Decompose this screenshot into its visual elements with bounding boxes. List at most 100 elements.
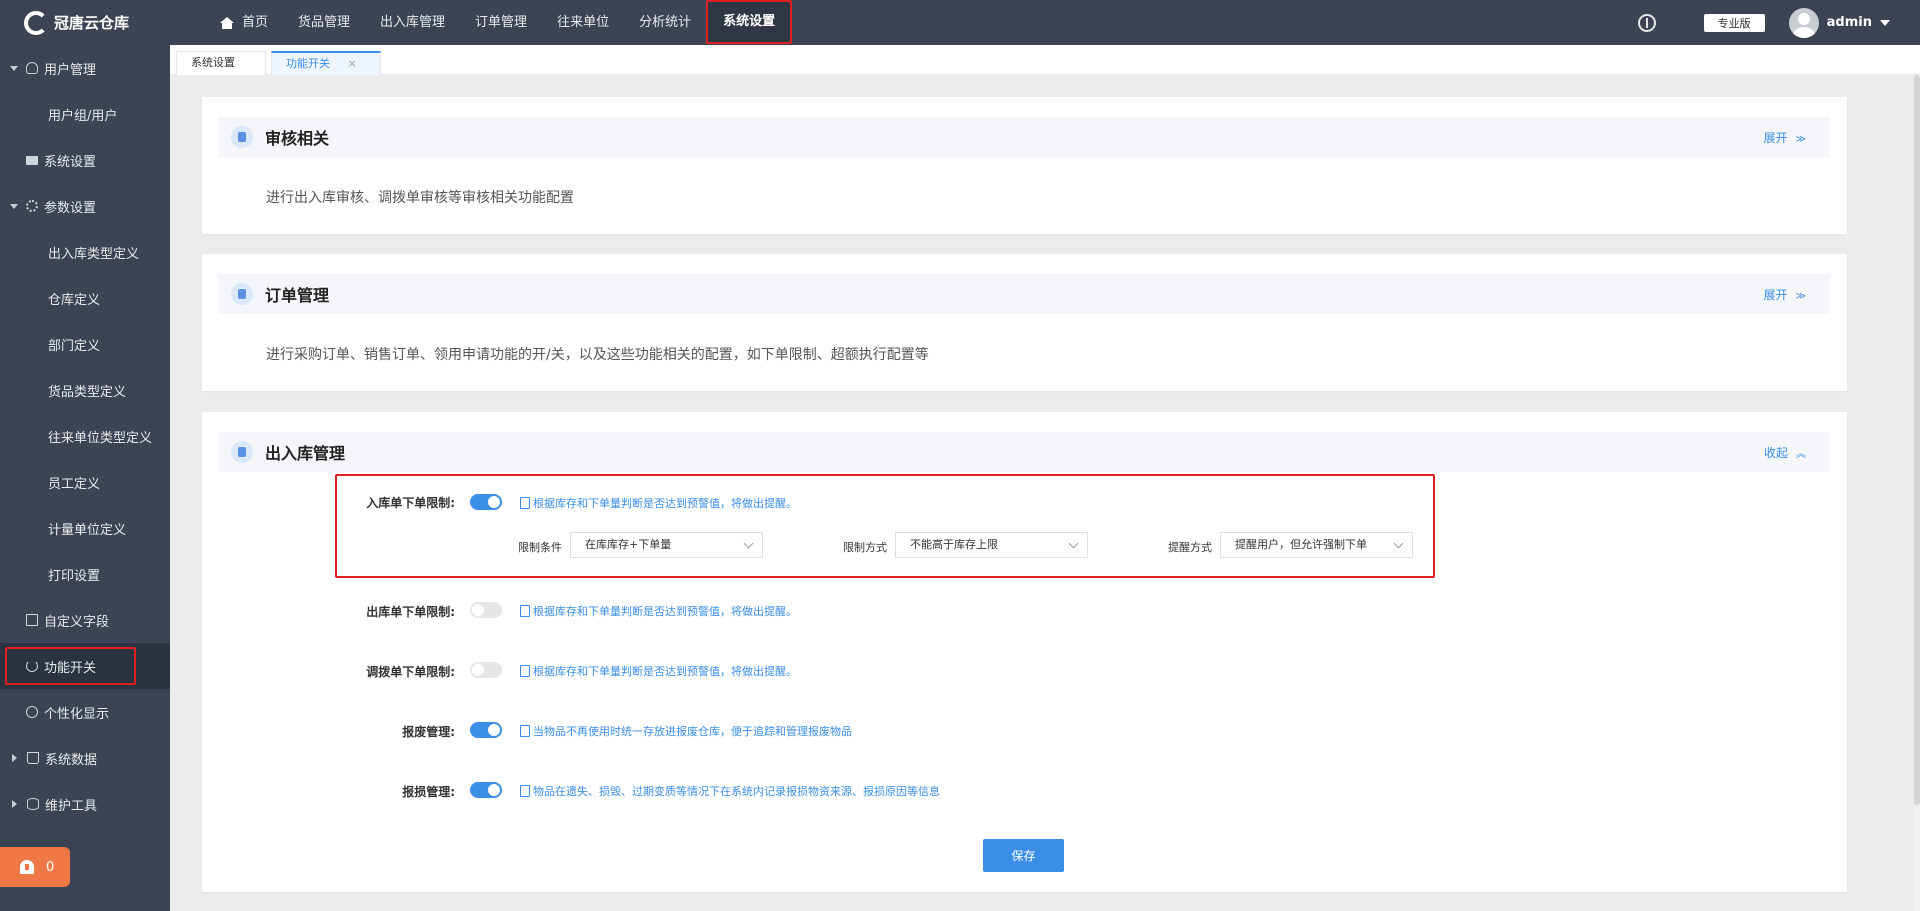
logo[interactable]: 冠唐云仓库: [0, 0, 170, 45]
top-right: 专业版 admin: [1637, 0, 1920, 45]
palette-icon: [26, 706, 38, 718]
card-title: 审核相关: [265, 129, 330, 148]
tab-bar: 系统设置 功能开关 ×: [170, 45, 1920, 75]
topnav-orders[interactable]: 订单管理: [460, 0, 542, 45]
save-button[interactable]: 保存: [983, 839, 1064, 872]
sidebar-item-system-settings[interactable]: 系统设置: [0, 137, 170, 183]
sidebar: 用户管理 用户组/用户 系统设置 参数设置 出入库类型定义 仓库定义 部门定义 …: [0, 45, 170, 911]
logo-icon: [24, 10, 48, 35]
tab-label: 功能开关: [286, 57, 330, 70]
scrollbar-thumb[interactable]: [1914, 75, 1920, 805]
condition-select[interactable]: 在库库存+下单量: [570, 532, 763, 558]
topnav-inout[interactable]: 出入库管理: [365, 0, 460, 45]
card-order: 订单管理 展开 ≫ 进行采购订单、销售订单、领用申请功能的开/关，以及这些功能相关…: [202, 254, 1847, 391]
remind-select[interactable]: 提醒用户，但允许强制下单: [1220, 532, 1413, 558]
document-icon: [231, 283, 253, 305]
damage-switch[interactable]: [470, 782, 502, 798]
document-icon: [520, 605, 530, 617]
username[interactable]: admin: [1827, 15, 1872, 30]
document-icon: [520, 665, 530, 677]
sidebar-item-label: 出入库类型定义: [48, 246, 140, 262]
chevron-down-icon: [1068, 538, 1079, 549]
card-header: 出入库管理 收起 ︽: [218, 432, 1830, 472]
topnav-home[interactable]: 首页: [205, 0, 283, 45]
expand-button[interactable]: 展开 ≫: [1764, 286, 1806, 303]
sidebar-item-user-management[interactable]: 用户管理: [0, 45, 170, 91]
select-value: 在库库存+下单量: [585, 538, 672, 551]
user-icon: [231, 126, 253, 148]
avatar[interactable]: [1788, 7, 1819, 38]
row-hint: 根据库存和下单量判断是否达到预警值，将做出提醒。: [520, 495, 797, 511]
sidebar-item-custom-fields[interactable]: 自定义字段: [0, 597, 170, 643]
expand-button[interactable]: 展开 ≫: [1764, 129, 1806, 146]
sidebar-item-system-data[interactable]: 系统数据: [0, 735, 170, 781]
topnav-goods[interactable]: 货品管理: [283, 0, 365, 45]
caret-right-icon: [12, 800, 17, 808]
switch-knob: [472, 604, 484, 616]
row-hint: 根据库存和下单量判断是否达到预警值，将做出提醒。: [520, 663, 797, 679]
remind-label: 提醒方式: [1168, 541, 1212, 554]
hint-text: 当物品不再使用时统一存放进报废仓库，便于追踪和管理报废物品: [533, 725, 852, 738]
sync-icon[interactable]: [1637, 13, 1656, 32]
condition-label: 限制条件: [518, 541, 562, 554]
chevron-down-icon: ≫: [1795, 134, 1806, 145]
sidebar-item-label: 用户组/用户: [48, 108, 118, 124]
sidebar-item-employees[interactable]: 员工定义: [0, 459, 170, 505]
transfer-limit-switch[interactable]: [470, 662, 502, 678]
sidebar-item-maintenance[interactable]: 维护工具: [0, 781, 170, 827]
sidebar-item-inout-types[interactable]: 出入库类型定义: [0, 229, 170, 275]
chevron-down-icon: [743, 538, 754, 549]
sidebar-item-user-groups[interactable]: 用户组/用户: [0, 91, 170, 137]
topnav-settings[interactable]: 系统设置: [706, 0, 793, 44]
sidebar-item-feature-switches[interactable]: 功能开关: [0, 643, 170, 689]
cart-icon: [27, 752, 39, 764]
sidebar-item-label: 仓库定义: [48, 292, 101, 308]
hint-text: 物品在遗失、损毁、过期变质等情况下在系统内记录报损物资来源、报损原因等信息: [533, 785, 940, 798]
outbound-limit-switch[interactable]: [470, 602, 502, 618]
tab-system-settings[interactable]: 系统设置: [176, 51, 266, 75]
top-nav: 首页 货品管理 出入库管理 订单管理 往来单位 分析统计 系统设置: [205, 0, 793, 45]
sidebar-item-warehouses[interactable]: 仓库定义: [0, 275, 170, 321]
caret-down-icon: [10, 65, 18, 71]
sidebar-item-print[interactable]: 打印设置: [0, 551, 170, 597]
collapse-button[interactable]: 收起 ︽: [1764, 444, 1806, 461]
chevron-down-icon[interactable]: [1880, 19, 1890, 26]
sidebar-item-goods-types[interactable]: 货品类型定义: [0, 367, 170, 413]
tab-feature-switches[interactable]: 功能开关 ×: [271, 51, 381, 75]
user-icon: [26, 62, 38, 74]
topnav-label: 首页: [242, 15, 269, 30]
scrap-switch[interactable]: [470, 722, 502, 738]
sidebar-item-personalization[interactable]: 个性化显示: [0, 689, 170, 735]
sidebar-item-label: 部门定义: [48, 338, 101, 354]
alert-button[interactable]: 0: [0, 847, 70, 887]
topnav-label: 出入库管理: [380, 15, 446, 30]
close-icon[interactable]: ×: [348, 57, 357, 70]
topnav-partners[interactable]: 往来单位: [542, 0, 624, 45]
switch-knob: [488, 724, 500, 736]
scrollbar[interactable]: [1914, 75, 1920, 911]
row-hint: 当物品不再使用时统一存放进报废仓库，便于追踪和管理报废物品: [520, 723, 852, 739]
sidebar-item-label: 参数设置: [44, 200, 97, 216]
sidebar-item-label: 个性化显示: [44, 706, 110, 722]
expand-label: 展开: [1763, 131, 1788, 145]
topnav-analytics[interactable]: 分析统计: [624, 0, 706, 45]
switch-knob: [488, 496, 500, 508]
row-label: 出库单下单限制:: [366, 605, 455, 619]
row-label: 报损管理:: [402, 785, 455, 799]
sidebar-item-units[interactable]: 计量单位定义: [0, 505, 170, 551]
edition-badge: 专业版: [1703, 13, 1765, 32]
row-label: 调拨单下单限制:: [366, 665, 455, 679]
row-label: 入库单下单限制:: [366, 496, 455, 510]
sidebar-item-label: 用户管理: [44, 62, 97, 78]
sidebar-item-departments[interactable]: 部门定义: [0, 321, 170, 367]
logo-text: 冠唐云仓库: [54, 14, 130, 32]
inbound-limit-switch[interactable]: [470, 494, 502, 510]
sidebar-item-partner-types[interactable]: 往来单位类型定义: [0, 413, 170, 459]
method-select[interactable]: 不能高于库存上限: [895, 532, 1088, 558]
card-header: 审核相关 展开 ≫: [218, 117, 1830, 157]
alert-count: 0: [46, 859, 55, 875]
form-icon: [26, 614, 38, 626]
sidebar-item-parameters[interactable]: 参数设置: [0, 183, 170, 229]
topnav-label: 系统设置: [723, 14, 776, 29]
row-hint: 根据库存和下单量判断是否达到预警值，将做出提醒。: [520, 603, 797, 619]
